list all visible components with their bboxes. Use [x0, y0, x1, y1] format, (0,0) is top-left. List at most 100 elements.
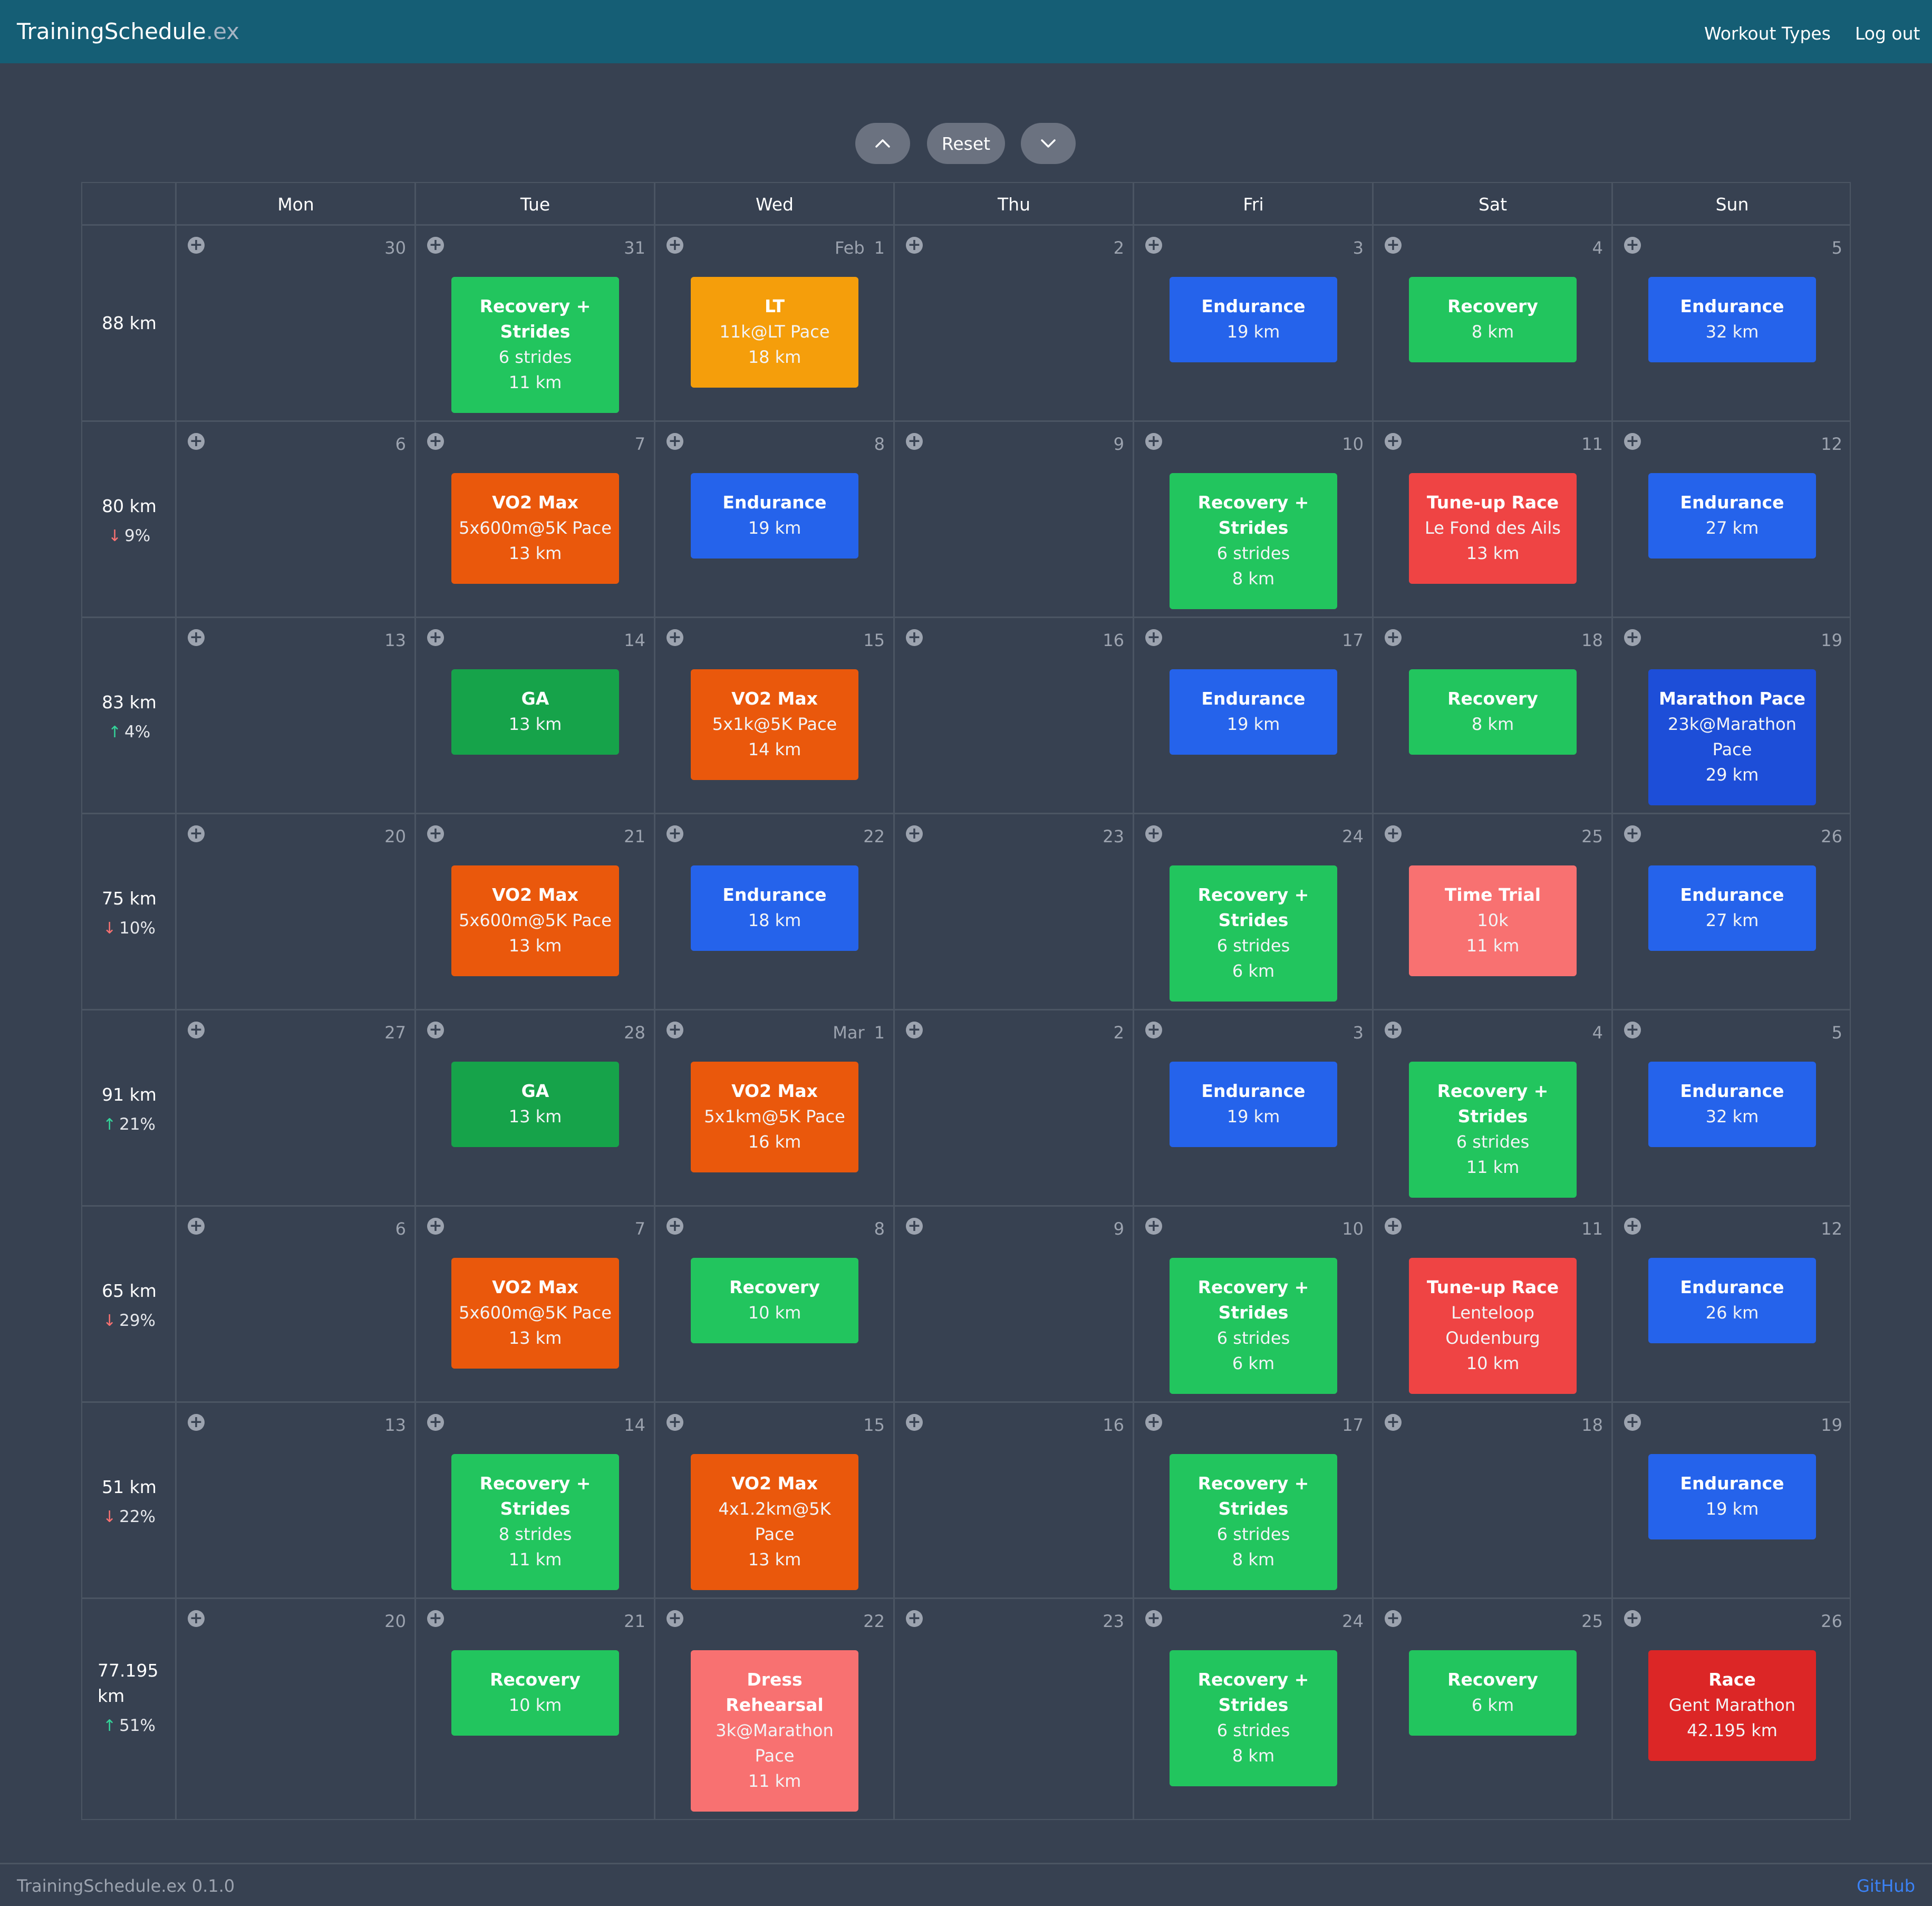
workout-card[interactable]: Endurance 19 km: [1170, 277, 1337, 362]
workout-card[interactable]: Recovery + Strides 6 strides 8 km: [1170, 1454, 1337, 1590]
add-workout-icon[interactable]: +: [666, 825, 683, 842]
add-workout-icon[interactable]: +: [1385, 433, 1402, 450]
add-workout-icon[interactable]: +: [1385, 825, 1402, 842]
workout-card[interactable]: VO2 Max 5x600m@5K Pace 13 km: [451, 473, 619, 584]
add-workout-icon[interactable]: +: [1385, 629, 1402, 646]
scroll-up-button[interactable]: [855, 123, 910, 164]
add-workout-icon[interactable]: +: [1145, 1022, 1162, 1038]
add-workout-icon[interactable]: +: [1624, 237, 1641, 254]
workout-card[interactable]: GA 13 km: [451, 669, 619, 755]
workout-card[interactable]: Dress Rehearsal 3k@Marathon Pace 11 km: [691, 1650, 858, 1812]
workout-card[interactable]: Recovery + Strides 6 strides 8 km: [1170, 1650, 1337, 1786]
add-workout-icon[interactable]: +: [188, 1414, 205, 1431]
workout-card[interactable]: GA 13 km: [451, 1062, 619, 1147]
workout-card[interactable]: Recovery + Strides 6 strides 6 km: [1170, 1258, 1337, 1394]
add-workout-icon[interactable]: +: [1145, 1414, 1162, 1431]
workout-card[interactable]: LT 11k@LT Pace 18 km: [691, 277, 858, 388]
add-workout-icon[interactable]: +: [906, 433, 923, 450]
add-workout-icon[interactable]: +: [906, 825, 923, 842]
workout-card[interactable]: Endurance 19 km: [1648, 1454, 1816, 1539]
workout-card[interactable]: Marathon Pace 23k@Marathon Pace 29 km: [1648, 669, 1816, 805]
add-workout-icon[interactable]: +: [906, 237, 923, 254]
add-workout-icon[interactable]: +: [188, 629, 205, 646]
add-workout-icon[interactable]: +: [188, 825, 205, 842]
workout-types-link[interactable]: Workout Types: [1704, 0, 1831, 63]
workout-card[interactable]: Recovery 8 km: [1409, 277, 1577, 362]
reset-button[interactable]: Reset: [927, 123, 1005, 164]
add-workout-icon[interactable]: +: [427, 1218, 444, 1235]
workout-card[interactable]: VO2 Max 5x1km@5K Pace 16 km: [691, 1062, 858, 1172]
workout-card[interactable]: VO2 Max 5x600m@5K Pace 13 km: [451, 1258, 619, 1369]
add-workout-icon[interactable]: +: [1145, 1610, 1162, 1627]
add-workout-icon[interactable]: +: [1624, 1414, 1641, 1431]
scroll-down-button[interactable]: [1021, 123, 1076, 164]
add-workout-icon[interactable]: +: [427, 1414, 444, 1431]
add-workout-icon[interactable]: +: [188, 237, 205, 254]
workout-card[interactable]: Recovery 10 km: [451, 1650, 619, 1736]
workout-card[interactable]: Endurance 18 km: [691, 865, 858, 951]
logout-link[interactable]: Log out: [1855, 0, 1920, 63]
add-workout-icon[interactable]: +: [906, 1610, 923, 1627]
workout-card[interactable]: Recovery 6 km: [1409, 1650, 1577, 1736]
workout-card[interactable]: Endurance 19 km: [1170, 669, 1337, 755]
add-workout-icon[interactable]: +: [666, 237, 683, 254]
workout-card[interactable]: Recovery + Strides 6 strides 6 km: [1170, 865, 1337, 1002]
add-workout-icon[interactable]: +: [666, 1218, 683, 1235]
add-workout-icon[interactable]: +: [666, 1610, 683, 1627]
add-workout-icon[interactable]: +: [1624, 1218, 1641, 1235]
add-workout-icon[interactable]: +: [1385, 1414, 1402, 1431]
add-workout-icon[interactable]: +: [906, 1218, 923, 1235]
workout-card[interactable]: Endurance 32 km: [1648, 277, 1816, 362]
workout-card[interactable]: Recovery + Strides 6 strides 11 km: [451, 277, 619, 413]
workout-card[interactable]: Endurance 26 km: [1648, 1258, 1816, 1343]
add-workout-icon[interactable]: +: [666, 1414, 683, 1431]
workout-card[interactable]: Tune-up Race Le Fond des Ails 13 km: [1409, 473, 1577, 584]
add-workout-icon[interactable]: +: [1145, 825, 1162, 842]
add-workout-icon[interactable]: +: [427, 629, 444, 646]
add-workout-icon[interactable]: +: [188, 433, 205, 450]
add-workout-icon[interactable]: +: [1624, 825, 1641, 842]
add-workout-icon[interactable]: +: [1145, 433, 1162, 450]
add-workout-icon[interactable]: +: [1385, 1610, 1402, 1627]
workout-card[interactable]: Recovery + Strides 8 strides 11 km: [451, 1454, 619, 1590]
add-workout-icon[interactable]: +: [1145, 629, 1162, 646]
workout-card[interactable]: Recovery + Strides 6 strides 11 km: [1409, 1062, 1577, 1198]
add-workout-icon[interactable]: +: [1385, 237, 1402, 254]
add-workout-icon[interactable]: +: [1385, 1022, 1402, 1038]
app-brand[interactable]: TrainingSchedule.ex: [17, 0, 239, 63]
workout-card[interactable]: VO2 Max 4x1.2km@5K Pace 13 km: [691, 1454, 858, 1590]
workout-card[interactable]: Race Gent Marathon 42.195 km: [1648, 1650, 1816, 1761]
add-workout-icon[interactable]: +: [427, 1610, 444, 1627]
add-workout-icon[interactable]: +: [666, 433, 683, 450]
add-workout-icon[interactable]: +: [1145, 237, 1162, 254]
add-workout-icon[interactable]: +: [188, 1610, 205, 1627]
add-workout-icon[interactable]: +: [906, 1414, 923, 1431]
add-workout-icon[interactable]: +: [666, 1022, 683, 1038]
workout-card[interactable]: Tune-up Race Lenteloop Oudenburg 10 km: [1409, 1258, 1577, 1394]
add-workout-icon[interactable]: +: [1624, 1022, 1641, 1038]
workout-card[interactable]: Recovery 10 km: [691, 1258, 858, 1343]
workout-card[interactable]: Recovery + Strides 6 strides 8 km: [1170, 473, 1337, 609]
workout-card[interactable]: Endurance 32 km: [1648, 1062, 1816, 1147]
add-workout-icon[interactable]: +: [1624, 433, 1641, 450]
workout-card[interactable]: Recovery 8 km: [1409, 669, 1577, 755]
add-workout-icon[interactable]: +: [427, 825, 444, 842]
add-workout-icon[interactable]: +: [427, 433, 444, 450]
add-workout-icon[interactable]: +: [188, 1218, 205, 1235]
workout-card[interactable]: VO2 Max 5x1k@5K Pace 14 km: [691, 669, 858, 780]
github-link[interactable]: GitHub: [1857, 1864, 1915, 1906]
add-workout-icon[interactable]: +: [188, 1022, 205, 1038]
workout-card[interactable]: VO2 Max 5x600m@5K Pace 13 km: [451, 865, 619, 976]
add-workout-icon[interactable]: +: [1624, 629, 1641, 646]
add-workout-icon[interactable]: +: [906, 1022, 923, 1038]
add-workout-icon[interactable]: +: [427, 1022, 444, 1038]
add-workout-icon[interactable]: +: [1624, 1610, 1641, 1627]
workout-card[interactable]: Time Trial 10k 11 km: [1409, 865, 1577, 976]
add-workout-icon[interactable]: +: [906, 629, 923, 646]
workout-card[interactable]: Endurance 27 km: [1648, 865, 1816, 951]
add-workout-icon[interactable]: +: [666, 629, 683, 646]
add-workout-icon[interactable]: +: [1145, 1218, 1162, 1235]
workout-card[interactable]: Endurance 19 km: [691, 473, 858, 559]
add-workout-icon[interactable]: +: [427, 237, 444, 254]
workout-card[interactable]: Endurance 27 km: [1648, 473, 1816, 559]
